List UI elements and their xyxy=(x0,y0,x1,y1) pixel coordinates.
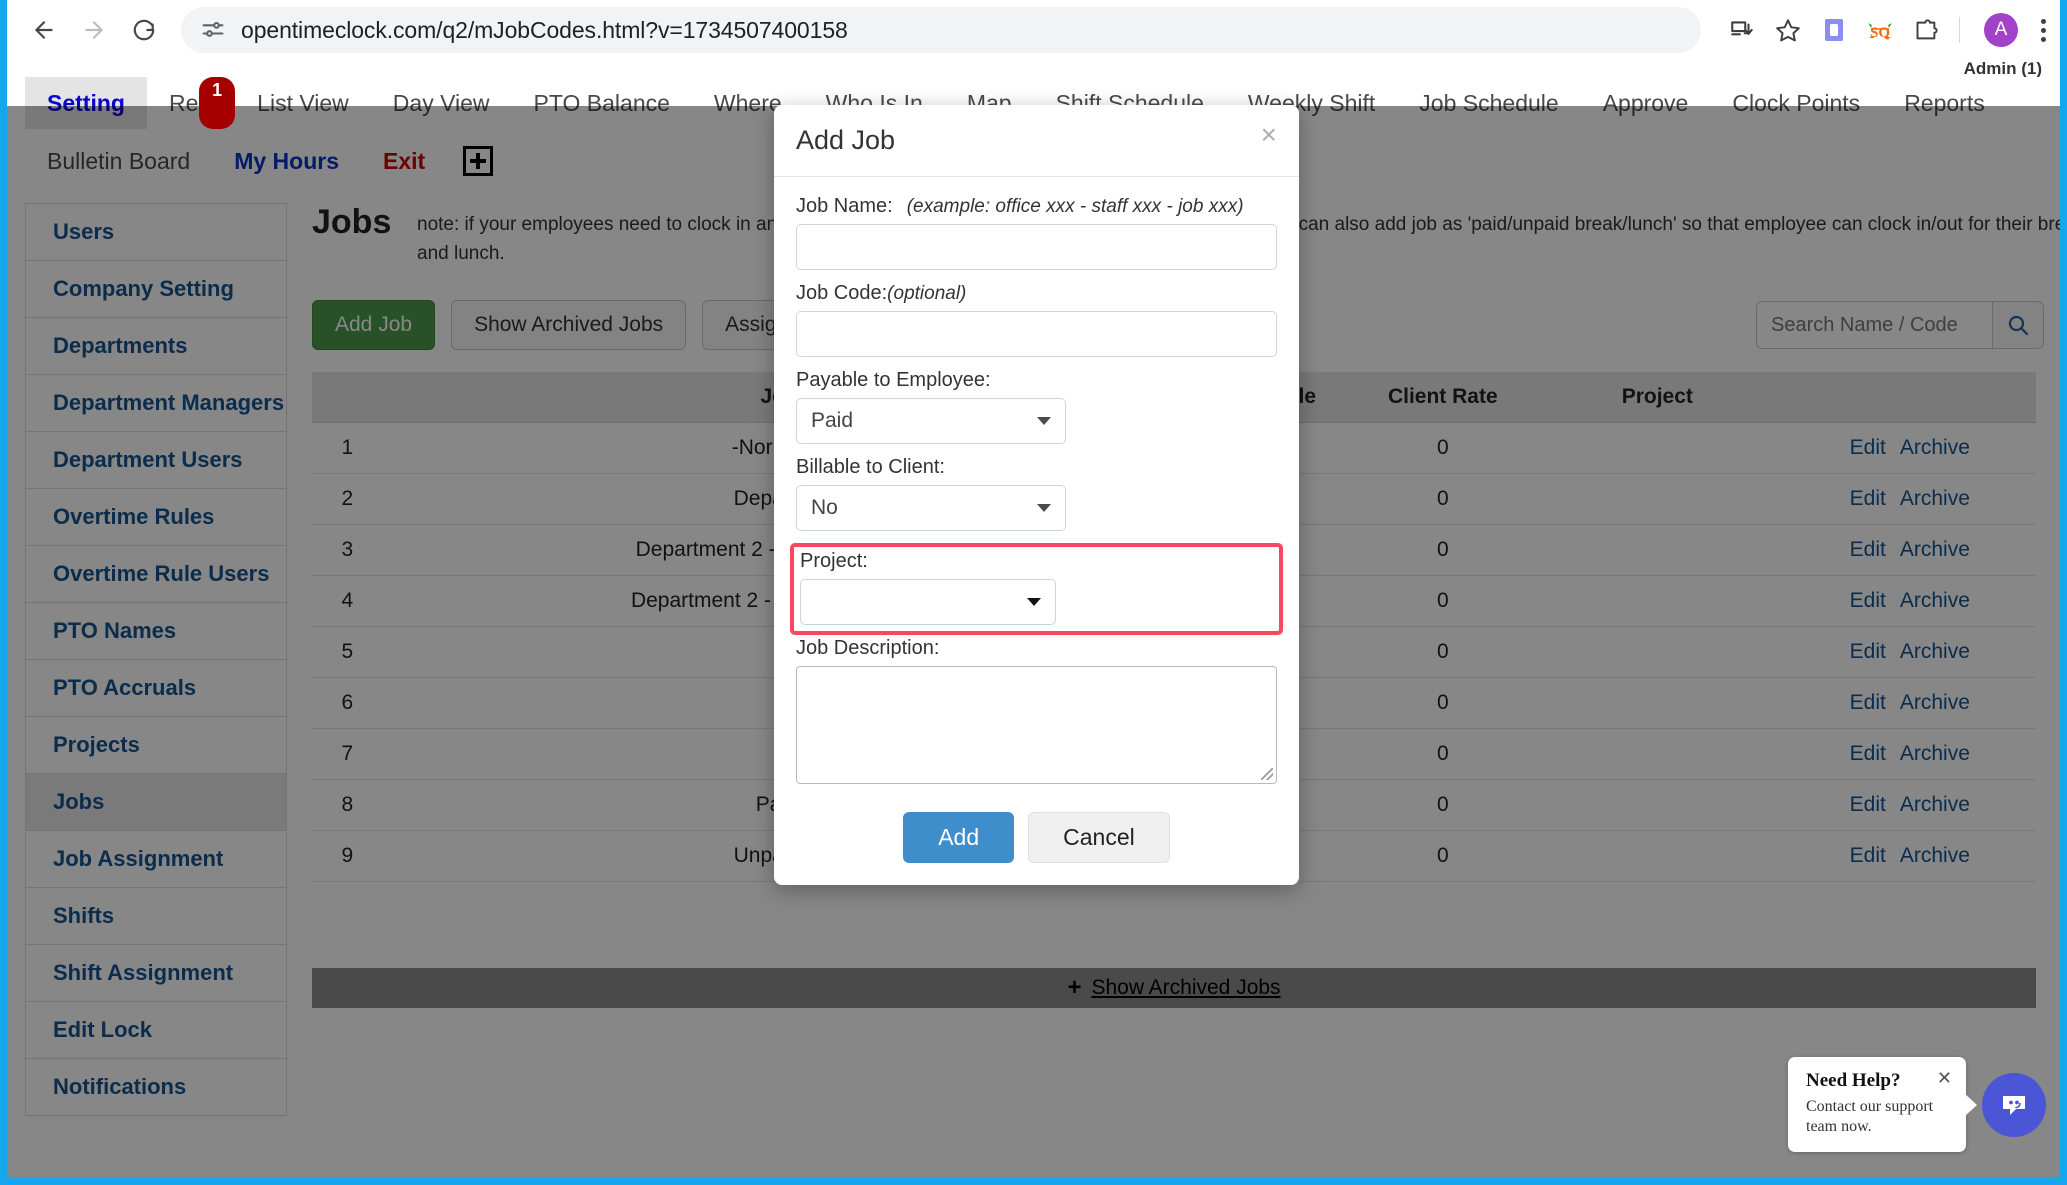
install-app-icon[interactable] xyxy=(1719,7,1765,53)
close-icon[interactable]: ✕ xyxy=(1937,1069,1952,1087)
extension-sq-icon[interactable]: SQ xyxy=(1857,7,1903,53)
job-name-label-row: Job Name: (example: office xxx - staff x… xyxy=(796,195,1277,218)
puzzle-piece-icon[interactable] xyxy=(1903,7,1949,53)
chat-subtitle: Contact our support team now. xyxy=(1806,1098,1934,1135)
billable-select[interactable]: No xyxy=(796,485,1066,531)
dialog-footer: Add Cancel xyxy=(774,802,1299,885)
job-name-label: Job Name: xyxy=(796,195,893,217)
cancel-button[interactable]: Cancel xyxy=(1028,812,1170,863)
chat-title: Need Help? xyxy=(1806,1070,1901,1091)
payable-label: Payable to Employee: xyxy=(796,369,991,391)
back-arrow-icon[interactable] xyxy=(21,7,67,53)
job-description-label: Job Description: xyxy=(796,637,940,659)
chevron-down-icon xyxy=(1037,417,1051,425)
admin-label: Admin (1) xyxy=(1963,59,2042,78)
job-code-hint: (optional) xyxy=(887,283,967,304)
chevron-down-icon xyxy=(1037,504,1051,512)
browser-toolbar: opentimeclock.com/q2/mJobCodes.html?v=17… xyxy=(7,0,2060,60)
req-count-badge: 1 xyxy=(199,77,236,129)
toolbar-actions: SQ A xyxy=(1719,7,2060,53)
reload-icon[interactable] xyxy=(121,7,167,53)
avatar[interactable]: A xyxy=(1984,13,2018,47)
job-name-hint: (example: office xxx - staff xxx - job x… xyxy=(906,196,1244,217)
toolbar-divider xyxy=(1959,17,1960,43)
project-label: Project: xyxy=(800,550,868,572)
chat-bubble-icon[interactable] xyxy=(1982,1072,2046,1137)
chat-tooltip[interactable]: ✕ Need Help? Contact our support team no… xyxy=(1788,1057,1966,1152)
dialog-body: Job Name: (example: office xxx - staff x… xyxy=(774,177,1299,802)
job-name-input[interactable] xyxy=(796,224,1277,270)
billable-label: Billable to Client: xyxy=(796,456,945,478)
address-bar[interactable]: opentimeclock.com/q2/mJobCodes.html?v=17… xyxy=(181,7,1701,53)
job-code-label: Job Code: xyxy=(796,282,888,304)
add-job-dialog: Add Job × Job Name: (example: office xxx… xyxy=(774,105,1299,885)
star-icon[interactable] xyxy=(1765,7,1811,53)
add-button[interactable]: Add xyxy=(903,812,1015,863)
dialog-header: Add Job × xyxy=(774,105,1299,177)
job-description-textarea[interactable] xyxy=(796,666,1277,784)
payable-select[interactable]: Paid xyxy=(796,398,1066,444)
billable-select-value: No xyxy=(811,496,838,519)
url-text: opentimeclock.com/q2/mJobCodes.html?v=17… xyxy=(241,16,848,43)
three-dot-menu-icon[interactable] xyxy=(2026,10,2060,50)
project-field-highlight: Project: xyxy=(790,543,1283,635)
site-settings-icon[interactable] xyxy=(199,16,227,44)
browser-window: opentimeclock.com/q2/mJobCodes.html?v=17… xyxy=(0,0,2067,1185)
project-select[interactable] xyxy=(800,579,1056,625)
chevron-down-icon xyxy=(1027,598,1041,606)
support-chat-widget: ✕ Need Help? Contact our support team no… xyxy=(1788,1057,2046,1152)
payable-select-value: Paid xyxy=(811,409,854,432)
forward-arrow-icon[interactable] xyxy=(71,7,117,53)
job-code-input[interactable] xyxy=(796,311,1277,357)
dialog-title: Add Job xyxy=(796,125,896,155)
job-code-label-row: Job Code: (optional) xyxy=(796,282,1277,305)
close-icon[interactable]: × xyxy=(1261,121,1277,149)
svg-text:SQ: SQ xyxy=(1870,25,1890,41)
extension-d-icon[interactable] xyxy=(1811,7,1857,53)
